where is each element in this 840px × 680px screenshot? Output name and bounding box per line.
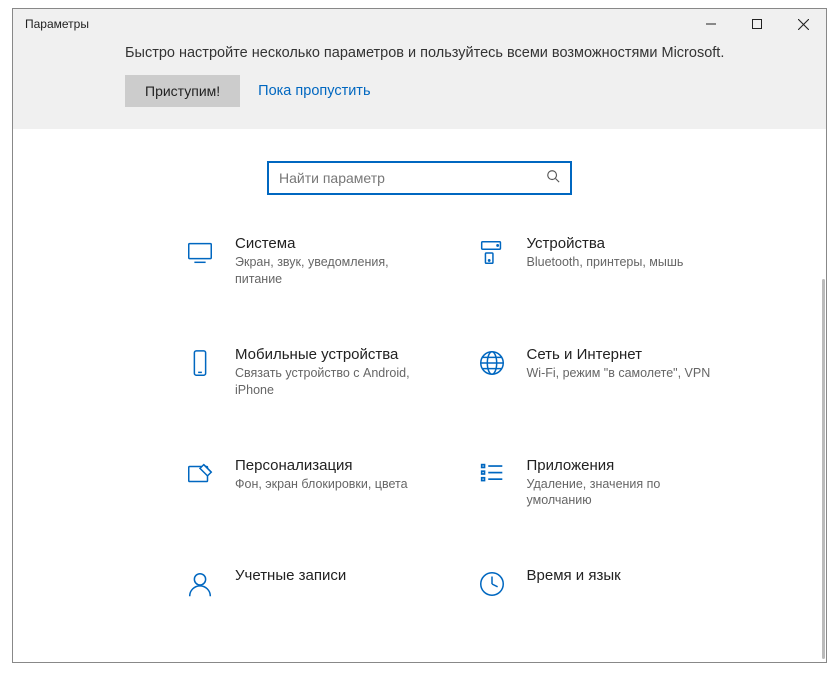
tile-text: Устройства Bluetooth, принтеры, мышь [527,235,684,271]
banner-actions: Приступим! Пока пропустить [125,75,802,107]
tile-accounts[interactable]: Учетные записи [183,567,475,601]
content-area: Система Экран, звук, уведомления, питани… [13,129,826,662]
globe-icon [475,346,509,380]
tile-personalization[interactable]: Персонализация Фон, экран блокировки, цв… [183,457,475,510]
tile-subtitle: Фон, экран блокировки, цвета [235,476,408,493]
tile-text: Мобильные устройства Связать устройство … [235,346,425,399]
minimize-button[interactable] [688,9,734,39]
settings-grid: Система Экран, звук, уведомления, питани… [13,235,826,601]
banner-text: Быстро настройте несколько параметров и … [125,45,802,61]
tile-time-language[interactable]: Время и язык [475,567,767,601]
search-wrap [13,129,826,235]
display-icon [183,235,217,269]
skip-link[interactable]: Пока пропустить [258,83,370,99]
tile-title: Мобильные устройства [235,346,425,363]
window-title: Параметры [13,17,89,31]
welcome-banner: Быстро настройте несколько параметров и … [13,39,826,129]
phone-icon [183,346,217,380]
tile-system[interactable]: Система Экран, звук, уведомления, питани… [183,235,475,288]
tile-subtitle: Связать устройство с Android, iPhone [235,365,425,399]
tile-text: Учетные записи [235,567,346,586]
tile-title: Система [235,235,425,252]
tile-text: Время и язык [527,567,621,586]
window-controls [688,9,826,39]
search-box[interactable] [267,161,572,195]
tile-subtitle: Удаление, значения по умолчанию [527,476,717,510]
tile-title: Приложения [527,457,717,474]
tile-text: Система Экран, звук, уведомления, питани… [235,235,425,288]
account-icon [183,567,217,601]
tile-title: Сеть и Интернет [527,346,711,363]
close-button[interactable] [780,9,826,39]
tile-title: Учетные записи [235,567,346,584]
titlebar: Параметры [13,9,826,39]
tile-network[interactable]: Сеть и Интернет Wi-Fi, режим "в самолете… [475,346,767,399]
tile-subtitle: Экран, звук, уведомления, питание [235,254,425,288]
tile-devices[interactable]: Устройства Bluetooth, принтеры, мышь [475,235,767,288]
settings-window: Параметры Быстро настройте несколько пар… [12,8,827,663]
tile-subtitle: Wi-Fi, режим "в самолете", VPN [527,365,711,382]
search-icon [546,169,560,188]
tile-phone[interactable]: Мобильные устройства Связать устройство … [183,346,475,399]
paint-icon [183,457,217,491]
tile-text: Персонализация Фон, экран блокировки, цв… [235,457,408,493]
start-button[interactable]: Приступим! [125,75,240,107]
search-input[interactable] [279,170,546,186]
tile-title: Персонализация [235,457,408,474]
clock-icon [475,567,509,601]
apps-icon [475,457,509,491]
tile-text: Сеть и Интернет Wi-Fi, режим "в самолете… [527,346,711,382]
tile-subtitle: Bluetooth, принтеры, мышь [527,254,684,271]
scrollbar[interactable] [822,279,825,659]
tile-text: Приложения Удаление, значения по умолчан… [527,457,717,510]
tile-title: Устройства [527,235,684,252]
devices-icon [475,235,509,269]
maximize-button[interactable] [734,9,780,39]
tile-title: Время и язык [527,567,621,584]
tile-apps[interactable]: Приложения Удаление, значения по умолчан… [475,457,767,510]
